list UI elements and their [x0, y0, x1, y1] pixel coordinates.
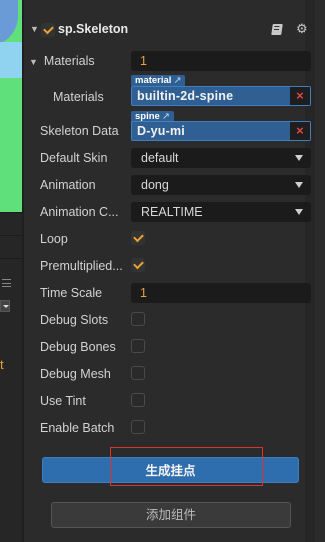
external-link-icon: ↗ — [173, 75, 182, 86]
chevron-down-icon — [295, 182, 303, 188]
scene-preview — [0, 0, 22, 212]
book-icon[interactable] — [271, 24, 283, 35]
animation-cache-row: Animation C... REALTIME — [24, 201, 315, 223]
loop-label: Loop — [40, 232, 68, 246]
material-asset-field[interactable]: builtin-2d-spine × — [131, 86, 311, 106]
debug-bones-row: Debug Bones — [24, 336, 315, 358]
debug-slots-row: Debug Slots — [24, 309, 315, 331]
debug-bones-label: Debug Bones — [40, 340, 116, 354]
expand-arrow-icon[interactable]: ▼ — [29, 57, 38, 67]
skeleton-data-row: Skeleton Data spine ↗ D-yu-mi × — [24, 109, 315, 143]
default-skin-label: Default Skin — [40, 151, 108, 165]
animation-cache-select[interactable]: REALTIME — [131, 202, 311, 222]
gear-icon[interactable]: ⚙ — [296, 21, 308, 37]
use-tint-label: Use Tint — [40, 394, 86, 408]
animation-select[interactable]: dong — [131, 175, 311, 195]
debug-slots-label: Debug Slots — [40, 313, 109, 327]
skeleton-data-asset-name: D-yu-mi — [137, 124, 185, 138]
divider — [0, 235, 22, 236]
inspector-panel: ▼ sp.Skeleton ⚙ ▼ Materials 1 Materials m… — [24, 0, 315, 542]
materials-row: ▼ Materials 1 — [24, 50, 315, 72]
material-tag-text: material — [135, 75, 172, 86]
materials-item-row: Materials material ↗ builtin-2d-spine × — [24, 75, 315, 109]
generate-attach-points-button[interactable]: 生成挂点 — [42, 457, 299, 483]
use-tint-checkbox[interactable] — [131, 393, 145, 407]
add-component-button[interactable]: 添加组件 — [51, 502, 291, 528]
default-skin-row: Default Skin default — [24, 147, 315, 169]
loop-checkbox[interactable] — [131, 231, 145, 245]
scene-panel-edge: t — [0, 0, 22, 542]
default-skin-select[interactable]: default — [131, 148, 311, 168]
cut-off-text: t — [0, 357, 4, 372]
debug-bones-checkbox[interactable] — [131, 339, 145, 353]
chevron-down-icon — [295, 209, 303, 215]
materials-count-input[interactable]: 1 — [131, 51, 311, 71]
default-skin-value: default — [141, 151, 179, 165]
time-scale-row: Time Scale 1 — [24, 282, 315, 304]
component-header[interactable]: ▼ sp.Skeleton ⚙ — [24, 18, 315, 42]
animation-cache-label: Animation C... — [40, 205, 119, 219]
skeleton-data-label: Skeleton Data — [40, 124, 119, 138]
premultiplied-alpha-checkbox[interactable] — [131, 258, 145, 272]
menu-icon[interactable] — [2, 279, 11, 287]
loop-row: Loop — [24, 228, 315, 250]
material-asset-tag[interactable]: material ↗ — [131, 75, 186, 86]
skeleton-data-asset-field[interactable]: D-yu-mi × — [131, 121, 311, 141]
animation-cache-value: REALTIME — [141, 205, 203, 219]
use-tint-row: Use Tint — [24, 390, 315, 412]
enable-batch-row: Enable Batch — [24, 417, 315, 439]
scene-sprite-sky — [0, 42, 22, 78]
premultiplied-alpha-row: Premultiplied... — [24, 255, 315, 277]
component-title: sp.Skeleton — [58, 22, 129, 36]
clear-material-button[interactable]: × — [290, 87, 310, 105]
materials-label[interactable]: ▼ Materials — [29, 54, 95, 68]
animation-row: Animation dong — [24, 174, 315, 196]
collapse-arrow-icon[interactable]: ▼ — [30, 24, 39, 34]
time-scale-label: Time Scale — [40, 286, 103, 300]
enable-batch-label: Enable Batch — [40, 421, 115, 435]
premultiplied-alpha-label: Premultiplied... — [40, 259, 123, 273]
scene-sprite — [0, 0, 18, 46]
material-asset-name: builtin-2d-spine — [137, 89, 234, 103]
dropdown-toggle-icon[interactable] — [0, 300, 10, 312]
animation-value: dong — [141, 178, 169, 192]
debug-mesh-row: Debug Mesh — [24, 363, 315, 385]
debug-mesh-label: Debug Mesh — [40, 367, 111, 381]
clear-skeleton-data-button[interactable]: × — [290, 122, 310, 140]
debug-mesh-checkbox[interactable] — [131, 366, 145, 380]
animation-label: Animation — [40, 178, 96, 192]
chevron-down-icon — [295, 155, 303, 161]
time-scale-input[interactable]: 1 — [131, 283, 311, 303]
enable-batch-checkbox[interactable] — [131, 420, 145, 434]
materials-item-label: Materials — [53, 90, 104, 104]
materials-label-text: Materials — [43, 54, 95, 68]
component-enabled-checkbox[interactable] — [41, 23, 55, 37]
divider — [0, 212, 22, 213]
divider — [0, 258, 22, 259]
debug-slots-checkbox[interactable] — [131, 312, 145, 326]
